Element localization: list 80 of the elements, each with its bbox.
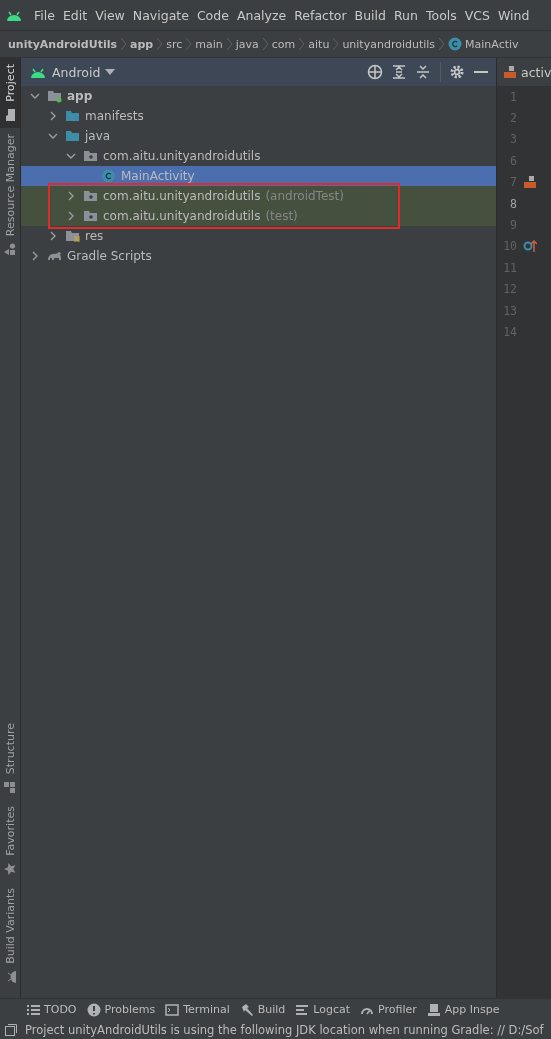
tree-item[interactable]: manifests	[21, 106, 496, 126]
chevron-icon	[156, 37, 164, 51]
tree-item[interactable]: Gradle Scripts	[21, 246, 496, 266]
tool-window-tab[interactable]: App Inspe	[426, 1002, 500, 1017]
class-icon	[101, 168, 117, 184]
menu-item[interactable]: Edit	[59, 7, 93, 23]
view-selector[interactable]: Android	[29, 64, 116, 80]
chevron-icon	[225, 37, 233, 51]
star-icon	[3, 862, 17, 877]
chevron-icon	[185, 37, 193, 51]
tree-item[interactable]: res	[21, 226, 496, 246]
tool-window-tab[interactable]: Logcat	[295, 1002, 351, 1017]
chevron-icon	[332, 37, 340, 51]
side-tab[interactable]: Favorites	[0, 800, 20, 883]
terminal-icon	[165, 1002, 180, 1017]
hammer-icon	[239, 1002, 254, 1017]
module-folder-icon	[47, 88, 63, 104]
line-number: 8	[509, 196, 517, 211]
side-tab[interactable]: Build Variants	[0, 882, 20, 990]
settings-icon[interactable]	[449, 64, 465, 80]
editor-tab[interactable]: activ	[497, 58, 551, 86]
breadcrumb-item[interactable]: src	[166, 37, 183, 51]
override-marker-icon	[523, 239, 537, 254]
shapes-icon	[3, 241, 17, 256]
chevron-icon	[298, 37, 306, 51]
locate-icon[interactable]	[367, 64, 383, 80]
chevron-icon	[120, 37, 127, 51]
tool-window-tab[interactable]: Problems	[86, 1002, 156, 1017]
lines-icon	[295, 1002, 310, 1017]
breadcrumb-item[interactable]: MainActiv	[465, 37, 519, 51]
menu-item[interactable]: View	[92, 7, 130, 23]
class-icon	[448, 37, 463, 51]
status-message: Project unityAndroidUtils is using the following JDK location when running Gradle: // D:/Sof	[25, 1022, 544, 1037]
tree-item[interactable]: java	[21, 126, 496, 146]
folder-icon	[65, 128, 81, 144]
menu-item[interactable]: File	[31, 7, 60, 23]
tree-item[interactable]: app	[21, 86, 496, 106]
breadcrumb-item[interactable]: main	[195, 37, 223, 51]
expand-all-icon[interactable]	[391, 64, 407, 80]
side-tab[interactable]: Resource Manager	[0, 127, 20, 262]
menu-item[interactable]: Wind	[495, 7, 535, 23]
chevron-icon	[261, 37, 269, 51]
layout-file-icon	[503, 65, 517, 79]
menu-item[interactable]: Analyze	[233, 7, 292, 23]
collapse-all-icon[interactable]	[415, 64, 431, 80]
alert-icon	[86, 1002, 101, 1017]
tool-window-tab[interactable]: Terminal	[165, 1002, 230, 1017]
folder-icon	[65, 108, 81, 124]
breadcrumb-item[interactable]: unityandroidutils	[342, 37, 436, 51]
package-icon	[83, 188, 99, 204]
tool-window-tab[interactable]: Build	[239, 1002, 286, 1017]
side-tab[interactable]: Structure	[0, 717, 20, 801]
tree-item[interactable]: com.aitu.unityandroidutils (androidTest)	[21, 186, 496, 206]
package-icon	[83, 148, 99, 164]
breadcrumb-item[interactable]: java	[235, 37, 259, 51]
tool-window-tab[interactable]: TODO	[26, 1002, 77, 1017]
resource-folder-icon	[65, 228, 81, 244]
structure-icon	[3, 780, 17, 795]
list-icon	[26, 1002, 40, 1017]
tree-item[interactable]: com.aitu.unityandroidutils	[21, 146, 496, 166]
menu-item[interactable]: Tools	[422, 7, 462, 23]
tool-window-tab[interactable]: Profiler	[360, 1002, 417, 1017]
menu-item[interactable]: VCS	[461, 7, 495, 23]
menu-item[interactable]: Build	[351, 7, 391, 23]
breadcrumb-item[interactable]: app	[130, 37, 154, 51]
chevron-icon	[438, 37, 446, 51]
menu-item[interactable]: Navigate	[129, 7, 194, 23]
tree-item[interactable]: com.aitu.unityandroidutils (test)	[21, 206, 496, 226]
package-icon	[83, 208, 99, 224]
menu-item[interactable]: Code	[193, 7, 234, 23]
square-icon	[5, 1023, 17, 1036]
breadcrumb-item[interactable]: unityAndroidUtils	[8, 37, 117, 51]
dropdown-caret-icon	[105, 69, 116, 75]
menu-item[interactable]: Refactor	[291, 7, 352, 23]
menu-item[interactable]: Run	[391, 7, 423, 23]
breadcrumb-item[interactable]: com	[271, 37, 296, 51]
layout-file-icon	[523, 175, 537, 190]
folder-icon	[3, 107, 17, 122]
side-tab[interactable]: Project	[0, 58, 20, 128]
breadcrumb-item[interactable]: aitu	[308, 37, 330, 51]
